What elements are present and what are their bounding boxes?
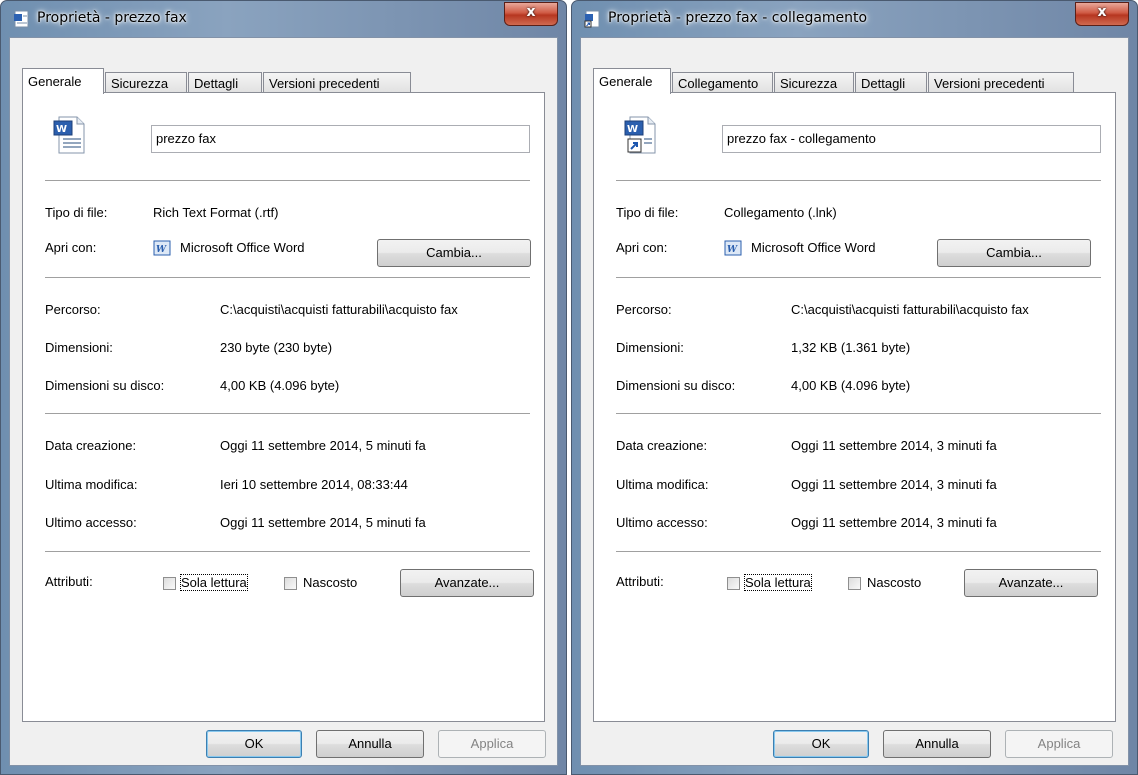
modified-label: Ultima modifica: bbox=[616, 477, 709, 492]
modified-value: Oggi 11 settembre 2014, 3 minuti fa bbox=[791, 477, 997, 492]
window-title: Proprietà - prezzo fax bbox=[37, 10, 187, 26]
dialog-client: Generale Sicurezza Dettagli Versioni pre… bbox=[9, 37, 558, 766]
file-name-field[interactable]: prezzo fax bbox=[151, 125, 530, 153]
apply-button[interactable]: Applica bbox=[438, 730, 546, 758]
ok-button[interactable]: OK bbox=[773, 730, 869, 758]
general-panel: W prezzo fax - collegamento Tipo di file… bbox=[593, 92, 1116, 722]
tab-versioni-precedenti[interactable]: Versioni precedenti bbox=[263, 72, 411, 93]
tab-generale[interactable]: Generale bbox=[22, 68, 104, 94]
attributes-label: Attributi: bbox=[616, 574, 664, 589]
svg-text:W: W bbox=[156, 245, 167, 255]
accessed-label: Ultimo accesso: bbox=[616, 515, 708, 530]
cancel-button[interactable]: Annulla bbox=[316, 730, 424, 758]
accessed-value: Oggi 11 settembre 2014, 5 minuti fa bbox=[220, 515, 426, 530]
readonly-checkbox[interactable] bbox=[163, 577, 176, 590]
created-label: Data creazione: bbox=[616, 438, 708, 453]
open-with-label: Apri con: bbox=[616, 240, 668, 255]
size-value: 1,32 KB (1.361 byte) bbox=[791, 340, 911, 355]
ok-button[interactable]: OK bbox=[206, 730, 302, 758]
advanced-button[interactable]: Avanzate... bbox=[400, 569, 534, 597]
word-app-icon: W bbox=[724, 240, 742, 256]
separator bbox=[45, 277, 530, 279]
close-button[interactable]: x bbox=[504, 2, 558, 26]
attributes-label: Attributi: bbox=[45, 574, 93, 589]
close-button[interactable]: x bbox=[1075, 2, 1129, 26]
open-with-value: Microsoft Office Word bbox=[751, 240, 876, 255]
advanced-button[interactable]: Avanzate... bbox=[964, 569, 1098, 597]
apply-button[interactable]: Applica bbox=[1005, 730, 1113, 758]
separator bbox=[616, 180, 1101, 182]
word-app-icon: W bbox=[153, 240, 171, 256]
open-with-label: Apri con: bbox=[45, 240, 97, 255]
svg-text:W: W bbox=[727, 245, 738, 255]
created-value: Oggi 11 settembre 2014, 3 minuti fa bbox=[791, 438, 997, 453]
hidden-label[interactable]: Nascosto bbox=[867, 575, 921, 590]
properties-dialog-rtf: Proprietà - prezzo fax x Generale Sicure… bbox=[0, 0, 567, 775]
created-label: Data creazione: bbox=[45, 438, 137, 453]
tab-dettagli[interactable]: Dettagli bbox=[855, 72, 927, 93]
disk-size-label: Dimensioni su disco: bbox=[45, 378, 165, 393]
tab-sicurezza[interactable]: Sicurezza bbox=[105, 72, 187, 93]
size-label: Dimensioni: bbox=[616, 340, 684, 355]
separator bbox=[45, 551, 530, 553]
document-title-icon bbox=[14, 10, 29, 28]
dialog-client: Generale Collegamento Sicurezza Dettagli… bbox=[580, 37, 1129, 766]
title-bar[interactable]: Proprietà - prezzo fax - collegamento x bbox=[572, 1, 1137, 37]
accessed-label: Ultimo accesso: bbox=[45, 515, 137, 530]
hidden-checkbox[interactable] bbox=[284, 577, 297, 590]
disk-size-value: 4,00 KB (4.096 byte) bbox=[220, 378, 340, 393]
word-document-icon: W bbox=[53, 116, 85, 154]
readonly-checkbox[interactable] bbox=[727, 577, 740, 590]
close-icon: x bbox=[526, 4, 536, 20]
size-value: 230 byte (230 byte) bbox=[220, 340, 333, 355]
file-name-field[interactable]: prezzo fax - collegamento bbox=[722, 125, 1101, 153]
tab-collegamento[interactable]: Collegamento bbox=[672, 72, 773, 93]
modified-value: Ieri 10 settembre 2014, 08:33:44 bbox=[220, 477, 408, 492]
separator bbox=[45, 413, 530, 415]
size-label: Dimensioni: bbox=[45, 340, 113, 355]
word-shortcut-icon: W bbox=[624, 116, 656, 154]
separator bbox=[616, 277, 1101, 279]
path-value: C:\acquisti\acquisti fatturabili\acquist… bbox=[220, 302, 458, 317]
shortcut-title-icon bbox=[584, 10, 600, 28]
created-value: Oggi 11 settembre 2014, 5 minuti fa bbox=[220, 438, 426, 453]
change-button[interactable]: Cambia... bbox=[937, 239, 1091, 267]
tab-generale[interactable]: Generale bbox=[593, 68, 671, 94]
separator bbox=[616, 551, 1101, 553]
modified-label: Ultima modifica: bbox=[45, 477, 138, 492]
file-type-value: Rich Text Format (.rtf) bbox=[153, 205, 279, 220]
path-value: C:\acquisti\acquisti fatturabili\acquist… bbox=[791, 302, 1029, 317]
general-panel: W prezzo fax Tipo di file: Rich Text For… bbox=[22, 92, 545, 722]
path-label: Percorso: bbox=[45, 302, 101, 317]
accessed-value: Oggi 11 settembre 2014, 3 minuti fa bbox=[791, 515, 997, 530]
svg-text:W: W bbox=[56, 124, 67, 135]
window-title: Proprietà - prezzo fax - collegamento bbox=[608, 10, 868, 26]
file-type-label: Tipo di file: bbox=[616, 205, 679, 220]
disk-size-label: Dimensioni su disco: bbox=[616, 378, 736, 393]
hidden-label[interactable]: Nascosto bbox=[303, 575, 357, 590]
open-with-value: Microsoft Office Word bbox=[180, 240, 305, 255]
separator bbox=[616, 413, 1101, 415]
tab-dettagli[interactable]: Dettagli bbox=[188, 72, 262, 93]
file-type-label: Tipo di file: bbox=[45, 205, 108, 220]
hidden-checkbox[interactable] bbox=[848, 577, 861, 590]
path-label: Percorso: bbox=[616, 302, 672, 317]
svg-text:W: W bbox=[627, 124, 638, 135]
change-button[interactable]: Cambia... bbox=[377, 239, 531, 267]
close-icon: x bbox=[1097, 4, 1107, 20]
properties-dialog-shortcut: Proprietà - prezzo fax - collegamento x … bbox=[571, 0, 1138, 775]
readonly-label[interactable]: Sola lettura bbox=[744, 574, 812, 591]
separator bbox=[45, 180, 530, 182]
tab-versioni-precedenti[interactable]: Versioni precedenti bbox=[928, 72, 1074, 93]
title-bar[interactable]: Proprietà - prezzo fax x bbox=[1, 1, 566, 37]
disk-size-value: 4,00 KB (4.096 byte) bbox=[791, 378, 911, 393]
tab-sicurezza[interactable]: Sicurezza bbox=[774, 72, 854, 93]
readonly-label[interactable]: Sola lettura bbox=[180, 574, 248, 591]
cancel-button[interactable]: Annulla bbox=[883, 730, 991, 758]
file-type-value: Collegamento (.lnk) bbox=[724, 205, 837, 220]
